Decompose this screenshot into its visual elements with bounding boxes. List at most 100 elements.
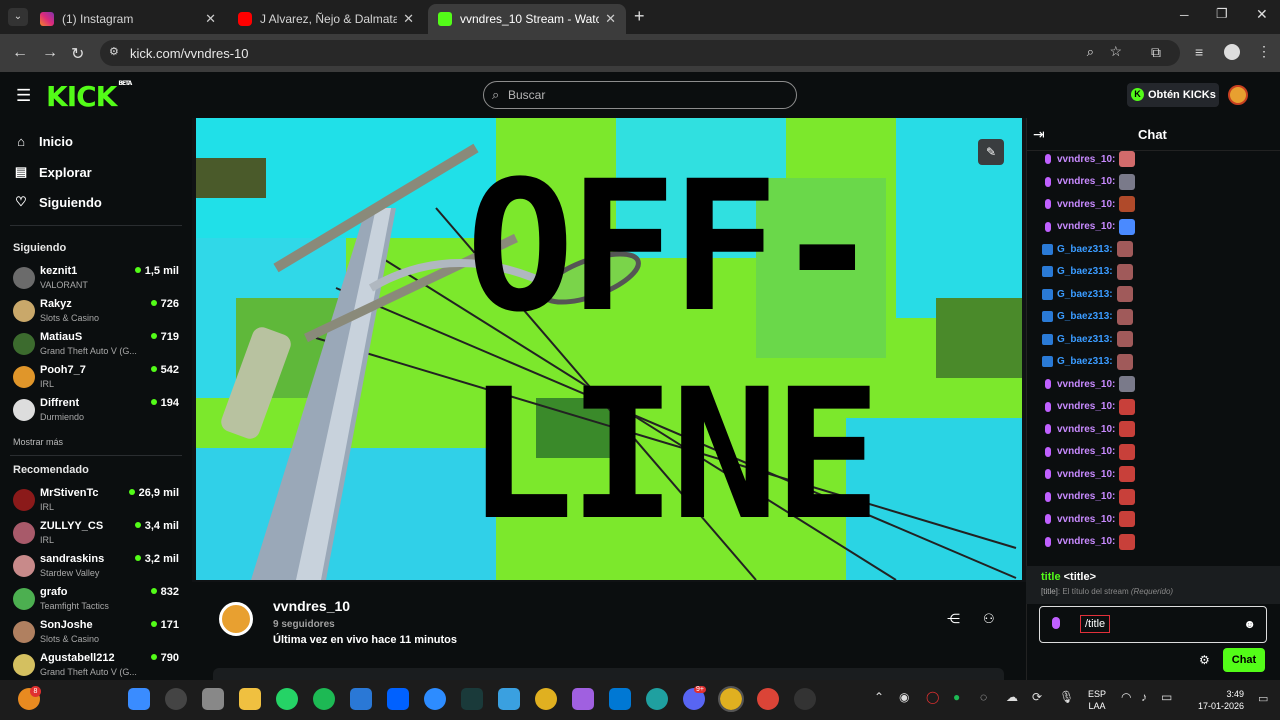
tray-expand-icon[interactable]: ⌃ [874,690,884,704]
follow-user-icon[interactable]: ⚇ [983,611,995,627]
user-avatar[interactable] [1228,85,1248,105]
command-suggestion[interactable]: title <title> [title]: El título del str… [1026,566,1280,604]
close-icon[interactable]: ✕ [403,11,414,27]
recommended-channel[interactable]: SonJoshe Slots & Casino 171 [13,619,181,651]
language-indicator[interactable]: ESP LAA [1088,688,1106,712]
collapse-chat-icon[interactable]: ⇥ [1033,126,1045,143]
chat-username[interactable]: vvndres_10: [1057,221,1115,232]
tray-spotify-icon[interactable]: ● [953,690,960,704]
store-icon[interactable] [609,688,631,710]
tray-app-icon[interactable]: ◌ [980,690,987,704]
browser-tab-youtube[interactable]: J Alvarez, Ñejo & Dalmata - Se ✕ [228,4,424,34]
close-window-icon[interactable]: ✕ [1256,6,1268,23]
chat-username[interactable]: G_baez313: [1057,334,1113,345]
app-icon[interactable] [498,688,520,710]
chat-username[interactable]: G_baez313: [1057,266,1113,277]
new-tab-button[interactable]: + [634,6,645,27]
league-icon[interactable] [461,688,483,710]
tab-search-button[interactable]: ⌄ [8,8,28,26]
site-info-icon[interactable]: ⚙ [109,45,119,58]
maximize-icon[interactable]: ❐ [1216,6,1228,22]
spotify-icon[interactable] [313,688,335,710]
hamburger-menu-icon[interactable]: ☰ [16,86,31,106]
zoom-icon[interactable] [424,688,446,710]
minimize-icon[interactable]: ─ [1180,8,1189,22]
following-channel[interactable]: MatiauS Grand Theft Auto V (G... 719 [13,331,181,363]
chrome-icon[interactable] [535,688,557,710]
chat-username[interactable]: G_baez313: [1057,356,1113,367]
close-icon[interactable]: ✕ [205,11,216,27]
reload-icon[interactable]: ↻ [71,44,84,64]
address-bar[interactable]: ⚙ kick.com/vvndres-10 ⌕ ☆ [100,40,1180,66]
copilot-icon[interactable] [572,688,594,710]
chat-username[interactable]: vvndres_10: [1057,491,1115,502]
chat-username[interactable]: vvndres_10: [1057,514,1115,525]
extensions-icon[interactable]: ⧉ [1151,44,1161,61]
back-icon[interactable]: ← [12,44,28,62]
chat-username[interactable]: vvndres_10: [1057,401,1115,412]
recommended-channel[interactable]: MrStivenTc IRL 26,9 mil [13,487,181,519]
battery-icon[interactable]: ▭ [1161,690,1172,704]
chat-username[interactable]: G_baez313: [1057,244,1113,255]
chat-username[interactable]: vvndres_10: [1057,199,1115,210]
tray-mic-icon[interactable]: 🎙 [1059,690,1074,704]
tray-sync-icon[interactable]: ⟳ [1032,690,1042,704]
browser-menu-icon[interactable]: ⋮ [1257,43,1271,60]
browser-tab-kick[interactable]: vvndres_10 Stream - Watch Liv ✕ [428,4,626,34]
chrome-profile-icon[interactable] [757,688,779,710]
recommended-channel[interactable]: ZULLYY_CS IRL 3,4 mil [13,520,181,552]
following-channel[interactable]: keznit1 VALORANT 1,5 mil [13,265,181,297]
chat-username[interactable]: vvndres_10: [1057,154,1115,165]
clock[interactable]: 3:49 17-01-2026 [1196,688,1244,712]
obs-icon[interactable] [794,688,816,710]
show-more-link[interactable]: Mostrar más [13,437,63,447]
chat-username[interactable]: vvndres_10: [1057,536,1115,547]
chat-username[interactable]: vvndres_10: [1057,446,1115,457]
chat-username[interactable]: vvndres_10: [1057,469,1115,480]
share-icon[interactable]: ⋲ [947,611,960,627]
channel-avatar[interactable] [219,602,253,636]
kick-logo[interactable]: KICK BETA [46,80,132,113]
chat-input[interactable]: /title ☻ [1039,606,1267,643]
search-input[interactable]: ⌕ Buscar [483,81,797,109]
media-control-icon[interactable]: ≡ [1195,44,1203,60]
chat-username[interactable]: G_baez313: [1057,289,1113,300]
forward-icon[interactable]: → [42,44,58,62]
tray-cloud-icon[interactable]: ☁ [1006,690,1018,704]
channel-name-heading[interactable]: vvndres_10 [273,598,350,614]
following-channel[interactable]: Diffrent Durmiendo 194 [13,397,181,429]
recommended-channel[interactable]: Agustabell212 Grand Theft Auto V (G... 7… [13,652,181,680]
start-menu-icon[interactable] [128,688,150,710]
sidebar-item-siguiendo[interactable]: ♡ Siguiendo [14,194,102,210]
emoji-icon[interactable]: ☻ [1243,617,1256,631]
tray-opera-icon[interactable]: ◯ [926,690,939,704]
volume-icon[interactable]: ♪ [1141,690,1147,704]
chat-username[interactable]: vvndres_10: [1057,379,1115,390]
chat-username[interactable]: vvndres_10: [1057,176,1115,187]
send-chat-button[interactable]: Chat [1223,648,1265,672]
following-channel[interactable]: Pooh7_7 IRL 542 [13,364,181,396]
zoom-icon[interactable]: ⌕ [1087,44,1094,60]
video-player[interactable]: OFF- LINE [192,118,1026,582]
get-kicks-button[interactable]: K Obtén KICKs [1127,83,1219,107]
recommended-channel[interactable]: sandraskins Stardew Valley 3,2 mil [13,553,181,585]
browser-tab-instagram[interactable]: (1) Instagram ✕ [30,4,226,34]
following-channel[interactable]: Rakyz Slots & Casino 726 [13,298,181,330]
edge-icon[interactable] [646,688,668,710]
chat-settings-gear-icon[interactable]: ⚙ [1199,653,1210,667]
recommended-channel[interactable]: grafo Teamfight Tactics 832 [13,586,181,618]
edit-pencil-button[interactable]: ✎ [978,139,1004,165]
task-view-icon[interactable] [202,688,224,710]
wifi-icon[interactable]: ◠ [1121,690,1131,704]
search-icon[interactable] [165,688,187,710]
dropbox-icon[interactable] [387,688,409,710]
bookmark-star-icon[interactable]: ☆ [1109,43,1122,60]
sidebar-item-explorar[interactable]: ▤ Explorar [14,164,92,180]
file-explorer-icon[interactable] [239,688,261,710]
notifications-icon[interactable]: ▭ [1258,692,1268,705]
profile-avatar[interactable] [1224,44,1240,60]
tray-whatsapp-icon[interactable]: ◉ [899,690,909,704]
sidebar-item-inicio[interactable]: ⌂ Inicio [14,134,73,149]
chat-username[interactable]: vvndres_10: [1057,424,1115,435]
whatsapp-icon[interactable] [276,688,298,710]
